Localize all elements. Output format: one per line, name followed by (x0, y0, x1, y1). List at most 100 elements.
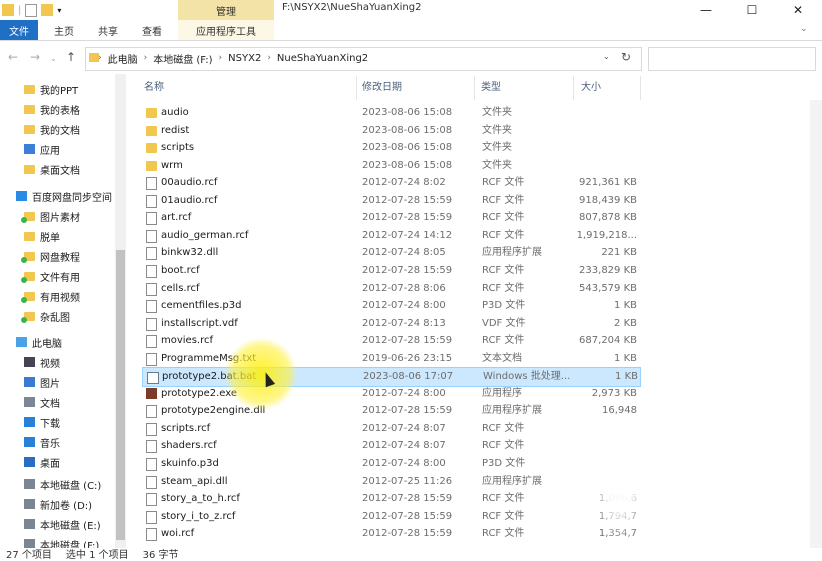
file-icon (146, 405, 157, 419)
nav-item[interactable]: 有用视频 (21, 287, 80, 305)
tab-application-tools[interactable]: 应用程序工具 (178, 20, 274, 40)
table-row[interactable]: binkw32.dll 2012-07-24 8:05 应用程序扩展 221 KB (142, 244, 640, 262)
column-header-name[interactable]: 名称 (144, 76, 164, 100)
column-header-size[interactable]: 大小 (581, 76, 601, 100)
navigation-pane-scroll-thumb[interactable] (116, 250, 125, 540)
quick-access-toolbar: | ▾ (2, 0, 61, 20)
table-row[interactable]: scripts 2023-08-06 15:08 文件夹 (142, 139, 640, 157)
file-date: 2012-07-28 15:59 (362, 528, 453, 540)
nav-item[interactable]: 图片 (24, 373, 60, 391)
table-row[interactable]: ProgrammeMsg.txt 2019-06-26 23:15 文本文档 1 KB (142, 350, 640, 368)
nav-item-label: 下载 (40, 418, 60, 430)
selected-size: 36 字节 (142, 550, 179, 561)
tab-file[interactable]: 文件 (0, 20, 38, 40)
table-row[interactable]: wrm 2023-08-06 15:08 文件夹 (142, 157, 640, 175)
file-date: 2023-08-06 17:07 (363, 371, 454, 383)
file-icon (146, 440, 157, 454)
column-header-type[interactable]: 类型 (481, 76, 501, 100)
tab-view[interactable]: 查看 (142, 20, 162, 40)
breadcrumb-item[interactable]: NSYX2 (228, 53, 261, 64)
nav-item[interactable]: 本地磁盘 (E:) (24, 515, 101, 533)
table-row[interactable]: prototype2.exe 2012-07-24 8:00 应用程序 2,973 K… (142, 385, 640, 403)
table-row[interactable]: audio_german.rcf 2012-07-24 14:12 RCF 文件 1,… (142, 227, 640, 245)
table-row[interactable]: shaders.rcf 2012-07-24 8:07 RCF 文件 (142, 437, 640, 455)
nav-item[interactable]: 下载 (24, 413, 60, 431)
tab-share[interactable]: 共享 (98, 20, 118, 40)
file-date: 2012-07-24 8:13 (362, 317, 446, 329)
file-name: movies.rcf (161, 335, 214, 347)
nav-item-label: 新加卷 (D:) (40, 500, 93, 512)
table-row[interactable]: 00audio.rcf 2012-07-24 8:02 RCF 文件 921,361 … (142, 174, 640, 192)
folder-icon[interactable] (2, 4, 14, 16)
table-row[interactable]: art.rcf 2012-07-28 15:59 RCF 文件 807,878 KB (142, 209, 640, 227)
table-row[interactable]: 01audio.rcf 2012-07-28 15:59 RCF 文件 918,439… (142, 192, 640, 210)
nav-item[interactable]: 音乐 (24, 433, 60, 451)
chevron-right-icon[interactable]: › (144, 53, 148, 63)
maximize-button[interactable]: ☐ (729, 0, 775, 20)
nav-item[interactable]: 脱单 (24, 227, 60, 245)
table-row[interactable]: woi.rcf2012-07-28 15:59RCF 文件1,354,7 (142, 525, 640, 543)
table-row[interactable]: scripts.rcf 2012-07-24 8:07 RCF 文件 (142, 420, 640, 438)
nav-item[interactable]: 文件有用 (21, 267, 80, 285)
back-arrow-icon[interactable]: ← (8, 50, 18, 64)
properties-icon[interactable] (25, 3, 38, 17)
table-row[interactable]: steam_api.dll 2012-07-25 11:26 应用程序扩展 (142, 473, 640, 491)
nav-item[interactable]: 此电脑 (16, 333, 62, 351)
chevron-right-icon[interactable]: › (219, 53, 223, 63)
chevron-right-icon[interactable]: › (267, 53, 271, 63)
nav-item[interactable]: 我的PPT (24, 80, 78, 98)
table-row[interactable]: story_i_to_z.rcf2012-07-28 15:59RCF 文件1,… (142, 508, 640, 526)
new-folder-icon[interactable] (41, 4, 54, 16)
file-name: scripts.rcf (161, 422, 211, 434)
table-row[interactable]: installscript.vdf 2012-07-24 8:13 VDF 文件 2 … (142, 315, 640, 333)
file-date: 2012-07-25 11:26 (362, 475, 453, 487)
nav-item[interactable]: 桌面文档 (24, 160, 80, 178)
file-size: 543,579 KB (579, 282, 637, 294)
customize-toolbar-icon[interactable]: ▾ (57, 6, 61, 15)
minimize-button[interactable]: — (683, 0, 729, 20)
tab-home[interactable]: 主页 (54, 20, 74, 40)
table-row[interactable]: cells.rcf 2012-07-28 8:06 RCF 文件 543,579 KB (142, 280, 640, 298)
file-type: 文件夹 (482, 159, 512, 171)
refresh-icon[interactable]: ↻ (621, 50, 631, 64)
table-row[interactable]: prototype2engine.dll 2012-07-28 15:59 应用程序… (142, 402, 640, 420)
nav-item[interactable]: 图片素材 (21, 207, 80, 225)
file-type: VDF 文件 (482, 317, 526, 329)
close-button[interactable]: ✕ (775, 0, 821, 20)
search-input[interactable] (648, 47, 816, 71)
nav-item[interactable]: 本地磁盘 (C:) (24, 475, 101, 493)
file-icon (146, 352, 157, 366)
forward-arrow-icon[interactable]: → (30, 50, 40, 64)
table-row[interactable]: cementfiles.p3d 2012-07-24 8:00 P3D 文件 1 KB (142, 297, 640, 315)
nav-item[interactable]: 视频 (24, 353, 60, 371)
address-history-icon[interactable]: ⌄ (603, 52, 610, 61)
table-row[interactable]: skuinfo.p3d 2012-07-24 8:00 P3D 文件 (142, 455, 640, 473)
nav-item[interactable]: 百度网盘同步空间 (16, 187, 112, 205)
folder-icon (24, 104, 35, 114)
table-row[interactable]: boot.rcf 2012-07-28 15:59 RCF 文件 233,829 KB (142, 262, 640, 280)
ribbon-expand-icon[interactable]: ⌄ (800, 24, 808, 34)
nav-item[interactable]: 我的文档 (24, 120, 80, 138)
file-name: art.rcf (161, 212, 192, 224)
breadcrumb-item[interactable]: 本地磁盘 (F:) (153, 51, 212, 66)
breadcrumb-item[interactable]: NueShaYuanXing2 (277, 53, 368, 64)
table-row[interactable]: story_a_to_h.rcf2012-07-28 15:59RCF 文件1,… (142, 490, 640, 508)
table-row[interactable]: audio 2023-08-06 15:08 文件夹 (142, 104, 640, 122)
nav-item[interactable]: 文档 (24, 393, 60, 411)
up-arrow-icon[interactable]: ↑ (66, 50, 76, 64)
file-size (542, 122, 637, 140)
column-header-date[interactable]: 修改日期 (362, 76, 402, 100)
nav-item[interactable]: 桌面 (24, 453, 60, 471)
nav-item[interactable]: 我的表格 (24, 100, 80, 118)
breadcrumb-item[interactable]: 此电脑 (108, 51, 138, 66)
file-list-scrollbar[interactable] (810, 100, 822, 548)
nav-item[interactable]: 新加卷 (D:) (24, 495, 92, 513)
recent-locations-icon[interactable]: ⌄ (50, 54, 57, 63)
file-name: wrm (161, 159, 183, 171)
nav-item[interactable]: 网盘教程 (21, 247, 80, 265)
nav-item[interactable]: 杂乱图 (21, 307, 70, 325)
table-row[interactable]: redist 2023-08-06 15:08 文件夹 (142, 122, 640, 140)
table-row[interactable]: movies.rcf 2012-07-28 15:59 RCF 文件 687,204 … (142, 332, 640, 350)
manage-tab[interactable]: 管理 (178, 0, 274, 20)
nav-item[interactable]: 应用 (24, 140, 60, 158)
